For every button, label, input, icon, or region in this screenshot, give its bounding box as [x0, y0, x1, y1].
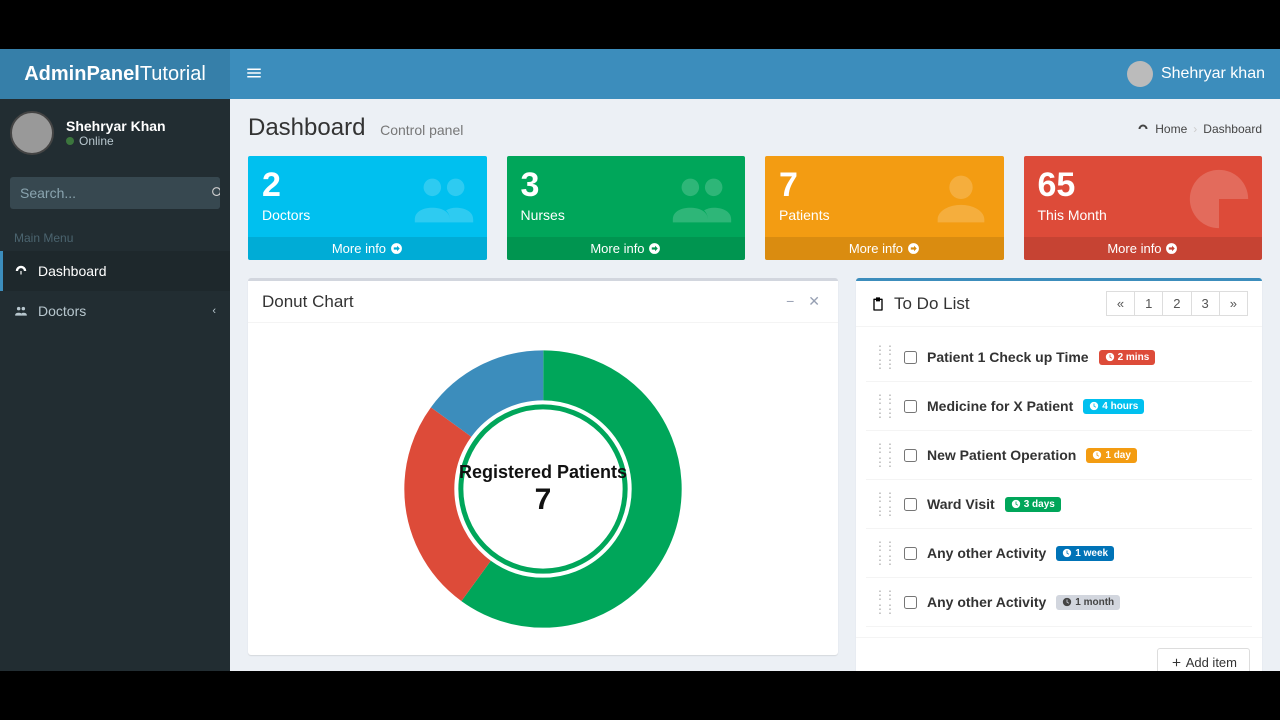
sidebar-item-label: Doctors	[38, 303, 86, 319]
nav-user[interactable]: Shehryar khan	[1127, 61, 1265, 87]
avatar	[1127, 61, 1153, 87]
sidebar-user-status: Online	[66, 134, 166, 148]
page-link[interactable]: »	[1219, 291, 1248, 316]
card-bg-icon	[926, 162, 996, 242]
clock-icon	[1062, 548, 1072, 558]
todo-text: New Patient Operation	[927, 447, 1076, 463]
todo-checkbox[interactable]	[904, 498, 917, 511]
arrow-circle-right-icon	[390, 242, 403, 255]
stat-card: 3 Nurses More info	[507, 156, 746, 260]
avatar	[10, 111, 54, 155]
clock-icon	[1092, 450, 1102, 460]
todo-checkbox[interactable]	[904, 547, 917, 560]
breadcrumb: Home › Dashboard	[1137, 122, 1262, 136]
card-bg-icon	[667, 162, 737, 242]
online-dot-icon	[66, 137, 74, 145]
nav-user-name: Shehryar khan	[1161, 65, 1265, 83]
page-subtitle: Control panel	[380, 122, 463, 138]
users-icon	[14, 304, 28, 318]
time-badge: 2 mins	[1099, 350, 1156, 365]
todo-item: ⋮⋮⋮⋮ Medicine for X Patient 4 hours	[866, 382, 1252, 431]
clock-icon	[1089, 401, 1099, 411]
page-link[interactable]: 3	[1191, 291, 1220, 316]
dashboard-icon	[14, 264, 28, 278]
card-bg-icon	[1184, 162, 1254, 242]
search-button[interactable]	[211, 177, 220, 209]
brand-logo[interactable]: AdminPanelTutorial	[0, 49, 230, 99]
clock-icon	[1105, 352, 1115, 362]
drag-handle-icon[interactable]: ⋮⋮⋮⋮	[874, 490, 894, 518]
drag-handle-icon[interactable]: ⋮⋮⋮⋮	[874, 441, 894, 469]
add-item-button[interactable]: Add item	[1157, 648, 1250, 671]
close-button[interactable]: ✕	[804, 291, 824, 312]
stat-card: 7 Patients More info	[765, 156, 1004, 260]
todo-item: ⋮⋮⋮⋮ Any other Activity 1 month	[866, 578, 1252, 627]
todo-checkbox[interactable]	[904, 596, 917, 609]
todo-text: Ward Visit	[927, 496, 995, 512]
todo-item: ⋮⋮⋮⋮ Patient 1 Check up Time 2 mins	[866, 333, 1252, 382]
sidebar-item-dashboard[interactable]: Dashboard	[0, 251, 230, 291]
chevron-left-icon: ‹	[212, 305, 216, 317]
stat-card: 65 This Month More info	[1024, 156, 1263, 260]
dashboard-icon	[1137, 123, 1149, 135]
stat-card: 2 Doctors More info	[248, 156, 487, 260]
sidebar-user-panel: Shehryar Khan Online	[0, 99, 230, 167]
drag-handle-icon[interactable]: ⋮⋮⋮⋮	[874, 392, 894, 420]
todo-checkbox[interactable]	[904, 351, 917, 364]
clipboard-icon	[870, 296, 886, 312]
breadcrumb-current: Dashboard	[1203, 122, 1262, 136]
search-input[interactable]	[10, 177, 211, 209]
clock-icon	[1011, 499, 1021, 509]
sidebar-item-label: Dashboard	[38, 263, 107, 279]
todo-box: To Do List «123» ⋮⋮⋮⋮ Patient 1 Check up…	[856, 278, 1262, 671]
arrow-circle-right-icon	[907, 242, 920, 255]
page-link[interactable]: «	[1106, 291, 1135, 316]
page-link[interactable]: 2	[1162, 291, 1191, 316]
sidebar-search	[10, 177, 220, 209]
page-title: Dashboard Control panel	[248, 114, 463, 142]
todo-text: Any other Activity	[927, 594, 1046, 610]
todo-item: ⋮⋮⋮⋮ Ward Visit 3 days	[866, 480, 1252, 529]
arrow-circle-right-icon	[1165, 242, 1178, 255]
donut-center-label: Registered Patients	[459, 462, 627, 483]
drag-handle-icon[interactable]: ⋮⋮⋮⋮	[874, 343, 894, 371]
pagination: «123»	[1107, 291, 1248, 316]
donut-center-value: 7	[535, 483, 552, 517]
sidebar-item-doctors[interactable]: Doctors ‹	[0, 291, 230, 331]
drag-handle-icon[interactable]: ⋮⋮⋮⋮	[874, 539, 894, 567]
time-badge: 1 day	[1086, 448, 1137, 463]
sidebar-user-name: Shehryar Khan	[66, 118, 166, 134]
todo-item: ⋮⋮⋮⋮ New Patient Operation 1 day	[866, 431, 1252, 480]
donut-chart-box: Donut Chart − ✕ Registered Patients 7	[248, 278, 838, 655]
time-badge: 4 hours	[1083, 399, 1144, 414]
todo-checkbox[interactable]	[904, 400, 917, 413]
arrow-circle-right-icon	[648, 242, 661, 255]
collapse-button[interactable]: −	[782, 291, 798, 312]
time-badge: 3 days	[1005, 497, 1061, 512]
breadcrumb-home[interactable]: Home	[1155, 122, 1187, 136]
page-link[interactable]: 1	[1134, 291, 1163, 316]
sidebar-toggle-icon[interactable]	[245, 64, 263, 85]
todo-text: Medicine for X Patient	[927, 398, 1073, 414]
todo-text: Patient 1 Check up Time	[927, 349, 1089, 365]
drag-handle-icon[interactable]: ⋮⋮⋮⋮	[874, 588, 894, 616]
donut-title: Donut Chart	[262, 292, 354, 312]
clock-icon	[1062, 597, 1072, 607]
todo-title: To Do List	[894, 294, 970, 314]
todo-checkbox[interactable]	[904, 449, 917, 462]
menu-header: Main Menu	[0, 219, 230, 251]
todo-text: Any other Activity	[927, 545, 1046, 561]
brand-bold: AdminPanel	[24, 63, 140, 85]
time-badge: 1 week	[1056, 546, 1114, 561]
brand-light: Tutorial	[140, 63, 206, 85]
plus-icon	[1170, 656, 1183, 669]
card-bg-icon	[409, 162, 479, 242]
time-badge: 1 month	[1056, 595, 1120, 610]
todo-item: ⋮⋮⋮⋮ Any other Activity 1 week	[866, 529, 1252, 578]
